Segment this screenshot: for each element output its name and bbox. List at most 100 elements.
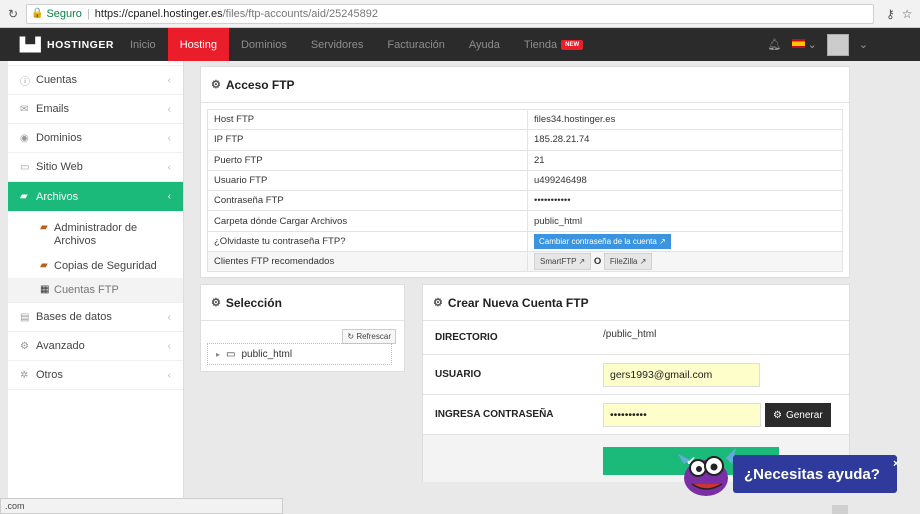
logo-text: HOSTINGER bbox=[47, 38, 114, 51]
nav-facturacion[interactable]: Facturación bbox=[375, 28, 456, 61]
cogs-icon: ⚙ bbox=[20, 340, 29, 352]
nav-label: Facturación bbox=[387, 38, 445, 51]
new-ftp-account-panel: ⚙ Crear Nueva Cuenta FTP DIRECTORIO /pub… bbox=[422, 284, 850, 482]
row-key: Usuario FTP bbox=[207, 169, 528, 192]
password-field[interactable]: •••••••••• bbox=[603, 403, 761, 427]
table-row: Carpeta dónde Cargar Archivos public_html bbox=[207, 210, 843, 232]
nav-label: Ayuda bbox=[468, 38, 500, 51]
chevron-left-icon: ‹ bbox=[167, 369, 171, 381]
panel-title-text: Crear Nueva Cuenta FTP bbox=[447, 295, 589, 310]
panel-title: ⚙ Selección bbox=[201, 285, 404, 321]
help-chat-button[interactable]: ¿Necesitas ayuda? bbox=[733, 455, 897, 493]
row-value: 21 bbox=[527, 149, 843, 171]
chevron-left-icon: ‹ bbox=[167, 132, 171, 144]
sidebar-item-otros[interactable]: ✲ Otros ‹ bbox=[8, 361, 183, 390]
star-icon[interactable]: ☆ bbox=[902, 7, 913, 21]
username-field[interactable]: gers1993@gmail.com bbox=[603, 363, 760, 387]
scroll-up-button[interactable] bbox=[832, 505, 848, 514]
sidebar-item-emails[interactable]: ✉ Emails ‹ bbox=[8, 95, 183, 124]
sidebar-subitem-administrador[interactable]: ▰ Administrador de Archivos bbox=[40, 216, 183, 254]
language-selector[interactable]: ⌄ bbox=[791, 38, 817, 51]
nav-servidores[interactable]: Servidores bbox=[299, 28, 376, 61]
sidebar-item-bases-de-datos[interactable]: ▤ Bases de datos ‹ bbox=[8, 303, 183, 332]
generate-button[interactable]: ⚙ Generar bbox=[765, 403, 831, 427]
sidebar-subitem-cuentas-ftp[interactable]: ▦ Cuentas FTP bbox=[8, 278, 183, 302]
refresh-button[interactable]: ↻ Refrescar bbox=[342, 329, 396, 344]
reload-icon[interactable]: ↻ bbox=[0, 7, 26, 21]
browser-address-bar: ↻ 🔒 Seguro | https://cpanel.hostinger.es… bbox=[0, 0, 920, 28]
ftp-clients-label: Clientes FTP recomendados bbox=[207, 251, 528, 273]
row-value: u499246498 bbox=[527, 169, 843, 192]
hostinger-logo-icon: ▙▟ bbox=[20, 36, 41, 52]
directory-value: /public_html bbox=[603, 329, 657, 340]
nav-label: Inicio bbox=[130, 38, 156, 51]
sidebar-item-label: Bases de datos bbox=[36, 311, 112, 323]
cogs-icon: ⚙ bbox=[211, 79, 221, 91]
user-label: USUARIO bbox=[435, 369, 482, 380]
table-row: Usuario FTP u499246498 bbox=[207, 169, 843, 192]
panel-title: ⚙ Acceso FTP bbox=[201, 67, 849, 103]
sidebar-item-avanzado[interactable]: ⚙ Avanzado ‹ bbox=[8, 332, 183, 361]
nav-ayuda[interactable]: Ayuda bbox=[457, 28, 512, 61]
close-icon[interactable]: × bbox=[893, 458, 899, 470]
user-row: USUARIO gers1993@gmail.com bbox=[423, 355, 849, 395]
sidebar-item-label: Otros bbox=[36, 369, 63, 381]
sidebar-item-label: Sitio Web bbox=[36, 161, 83, 173]
gear-icon: ⚙ bbox=[773, 409, 782, 421]
nav-label: Servidores bbox=[310, 38, 364, 51]
button-label: Cambiar contraseña de la cuenta bbox=[539, 236, 657, 246]
nav-dominios[interactable]: Dominios bbox=[229, 28, 299, 61]
chevron-left-icon: ‹ bbox=[167, 103, 171, 115]
button-label: SmartFTP bbox=[540, 257, 577, 267]
nav-hosting[interactable]: Hosting bbox=[167, 28, 229, 61]
secure-label: Seguro bbox=[46, 7, 82, 20]
row-key: Contraseña FTP bbox=[207, 190, 528, 212]
help-label: ¿Necesitas ayuda? bbox=[744, 465, 880, 483]
caret-right-icon[interactable]: ▸ bbox=[216, 350, 220, 359]
smartftp-button[interactable]: SmartFTP ↗ bbox=[534, 253, 592, 271]
nav-tienda[interactable]: Tienda NEW bbox=[512, 28, 595, 61]
table-row: Host FTP files34.hostinger.es bbox=[207, 108, 843, 131]
key-icon[interactable]: ⚷ bbox=[886, 7, 895, 21]
cogs-icon: ⚙ bbox=[211, 297, 221, 309]
folder-icon: ▭ bbox=[226, 348, 236, 360]
chevron-down-icon[interactable]: ⌄ bbox=[859, 38, 868, 51]
envelope-icon: ✉ bbox=[20, 103, 29, 115]
chevron-left-icon: ‹ bbox=[167, 161, 171, 173]
logo[interactable]: ▙▟ HOSTINGER bbox=[0, 28, 118, 61]
globe-icon: ◉ bbox=[20, 132, 29, 144]
filezilla-button[interactable]: FileZilla ↗ bbox=[603, 253, 653, 271]
folder-icon: ▰ bbox=[20, 191, 28, 202]
folder-copy-icon: ▰ bbox=[40, 260, 48, 271]
sidebar-item-cuentas[interactable]: ⓘ Cuentas ‹ bbox=[8, 66, 183, 95]
bell-icon[interactable]: 🔔︎ bbox=[768, 38, 782, 51]
database-icon: ▤ bbox=[20, 311, 30, 323]
row-value: files34.hostinger.es bbox=[527, 108, 843, 131]
panel-title-text: Acceso FTP bbox=[225, 77, 295, 92]
folder-tree[interactable]: ▸ ▭ public_html bbox=[207, 343, 392, 365]
avatar[interactable] bbox=[826, 33, 849, 56]
nav-label: Hosting bbox=[179, 38, 217, 51]
sidebar-item-label: Cuentas bbox=[36, 74, 77, 86]
folder-name[interactable]: public_html bbox=[241, 349, 292, 360]
external-link-icon: ↗ bbox=[578, 257, 586, 267]
table-row: IP FTP 185.28.21.74 bbox=[207, 129, 843, 151]
sidebar-item-archivos[interactable]: ▰ Archivos ‹ bbox=[8, 182, 183, 211]
sidebar-subitem-label: Cuentas FTP bbox=[54, 284, 119, 296]
table-row: Puerto FTP 21 bbox=[207, 149, 843, 171]
help-mascot-icon[interactable] bbox=[676, 444, 740, 500]
lock-icon: 🔒 bbox=[31, 8, 44, 19]
sidebar-subitem-copias[interactable]: ▰ Copias de Seguridad bbox=[40, 254, 183, 278]
change-password-button[interactable]: Cambiar contraseña de la cuenta ↗ bbox=[534, 233, 671, 249]
sidebar-item-sitio-web[interactable]: ▭ Sitio Web ‹ bbox=[8, 153, 183, 182]
button-label: FileZilla bbox=[609, 257, 638, 267]
nav-inicio[interactable]: Inicio bbox=[118, 28, 168, 61]
row-key: IP FTP bbox=[207, 129, 528, 151]
row-key: Carpeta dónde Cargar Archivos bbox=[207, 210, 528, 232]
sidebar-item-dominios[interactable]: ◉ Dominios ‹ bbox=[8, 124, 183, 153]
info-icon: ⓘ bbox=[20, 76, 30, 88]
sidebar-item-label: Avanzado bbox=[36, 340, 85, 352]
url-field[interactable]: 🔒 Seguro | https://cpanel.hostinger.es/f… bbox=[26, 3, 874, 24]
or-label: O bbox=[593, 256, 602, 268]
sidebar-item-label: Emails bbox=[36, 103, 70, 115]
